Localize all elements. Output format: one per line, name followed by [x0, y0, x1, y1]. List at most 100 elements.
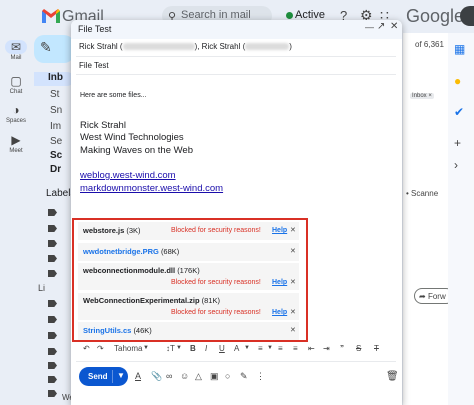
- more-options-icon[interactable]: ⋮: [256, 371, 265, 382]
- attachment-chip[interactable]: webconnectionmodule.dll (176K) Blocked f…: [78, 263, 299, 290]
- google-wordmark: Google: [406, 6, 465, 26]
- compose-header[interactable]: [71, 20, 402, 39]
- bulleted-list-icon[interactable]: ≡: [293, 344, 298, 353]
- drive-icon[interactable]: △: [195, 371, 202, 382]
- align-icon[interactable]: ≡: [258, 344, 263, 353]
- rail-mail-label: Mail: [10, 55, 22, 61]
- insert-link-icon[interactable]: ∞: [166, 371, 172, 381]
- signature-line: Making Waves on the Web: [80, 145, 193, 156]
- formatting-options-icon[interactable]: A: [135, 371, 141, 381]
- label-tag-icon[interactable]: [48, 362, 57, 369]
- expand-icon[interactable]: ↗: [377, 21, 385, 32]
- attachment-chip[interactable]: wwdotnetbridge.PRG (68K) ✕: [78, 243, 299, 261]
- chevron-down-icon[interactable]: ▼: [267, 345, 273, 351]
- signature-link[interactable]: markdownmonster.west-wind.com: [80, 183, 223, 194]
- send-options-chevron-icon[interactable]: ▼: [117, 371, 125, 380]
- calendar-icon[interactable]: ▦: [454, 42, 465, 56]
- rail-meet[interactable]: ▶ Meet: [0, 133, 32, 154]
- remove-formatting-icon[interactable]: T: [374, 344, 379, 353]
- label-tag-icon[interactable]: [48, 376, 57, 383]
- label-tag-icon[interactable]: [48, 348, 57, 355]
- rail-meet-label: Meet: [9, 148, 23, 154]
- nav-item-label: Dr: [50, 164, 62, 175]
- attachment-name[interactable]: wwdotnetbridge.PRG: [83, 247, 159, 256]
- underline-icon[interactable]: U: [219, 344, 225, 353]
- rail-spaces[interactable]: ◑ Spaces: [0, 103, 32, 124]
- label-tag-icon[interactable]: [48, 270, 57, 277]
- add-addon-icon[interactable]: +: [454, 136, 461, 150]
- rail-chat-label: Chat: [9, 89, 23, 95]
- chevron-down-icon[interactable]: ▼: [176, 345, 182, 351]
- reading-pane-background: [403, 33, 448, 405]
- rail-mail[interactable]: ✉ Mail: [0, 40, 32, 61]
- attachment-chip[interactable]: StringUtils.cs (46K) ✕: [78, 322, 299, 340]
- tasks-icon[interactable]: ✔: [454, 105, 464, 119]
- remove-attachment-icon[interactable]: ✕: [290, 222, 296, 240]
- label-tag-icon[interactable]: [48, 255, 57, 262]
- confidential-lock-icon[interactable]: ○: [225, 371, 230, 381]
- attach-file-icon[interactable]: 📎: [151, 371, 162, 382]
- strikethrough-icon[interactable]: S: [356, 344, 361, 353]
- label-item-li[interactable]: Li: [38, 283, 45, 293]
- minimize-icon[interactable]: —: [365, 22, 374, 32]
- remove-attachment-icon[interactable]: ✕: [290, 322, 296, 340]
- attachment-name: WebConnectionExperimental.zip: [83, 296, 200, 305]
- italic-icon[interactable]: I: [205, 344, 207, 353]
- font-size-icon[interactable]: ↕T: [166, 344, 175, 353]
- attachment-name[interactable]: StringUtils.cs: [83, 326, 131, 335]
- mail-icon: ✉: [5, 40, 27, 54]
- close-icon[interactable]: ✕: [390, 21, 398, 32]
- blocked-warning: Blocked for security reasons!: [171, 279, 261, 286]
- text-color-icon[interactable]: A: [234, 344, 239, 353]
- numbered-list-icon[interactable]: ≡: [278, 344, 283, 353]
- attachment-chip[interactable]: webstore.js (3K) Blocked for security re…: [78, 222, 299, 240]
- label-tag-icon[interactable]: [48, 240, 57, 247]
- send-label[interactable]: Send: [88, 372, 108, 381]
- recipients-field[interactable]: Rick Strahl (), Rick Strahl (): [79, 42, 292, 51]
- redo-icon[interactable]: ↷: [97, 344, 104, 353]
- forward-arrow-icon: ➦: [419, 292, 428, 301]
- signature-pen-icon[interactable]: ✎: [240, 371, 248, 382]
- label-tag-icon[interactable]: [48, 332, 57, 339]
- right-side-panel: [448, 33, 474, 405]
- avatar[interactable]: [460, 6, 474, 26]
- rail-spaces-label: Spaces: [5, 118, 26, 124]
- inbox-badge[interactable]: Inbox ×: [410, 93, 434, 99]
- help-link[interactable]: Help: [272, 222, 287, 240]
- message-count: of 6,361: [415, 40, 444, 49]
- undo-icon[interactable]: ↶: [83, 344, 90, 353]
- nav-item-inbox[interactable]: Inb: [34, 72, 74, 86]
- bold-icon[interactable]: B: [190, 344, 196, 353]
- message-intro[interactable]: Here are some files...: [80, 92, 147, 99]
- emoji-icon[interactable]: ☺: [180, 371, 189, 381]
- indent-more-icon[interactable]: ⇥: [323, 344, 330, 353]
- label-tag-icon[interactable]: [48, 390, 57, 397]
- divider: [76, 56, 396, 57]
- spaces-icon: ◑: [12, 103, 20, 117]
- label-tag-icon[interactable]: [48, 225, 57, 232]
- font-select[interactable]: Tahoma: [114, 344, 142, 353]
- chevron-down-icon[interactable]: ▼: [143, 345, 149, 351]
- attachment-chip[interactable]: WebConnectionExperimental.zip (81K) Bloc…: [78, 293, 299, 320]
- insert-photo-icon[interactable]: ▣: [210, 371, 219, 382]
- help-link[interactable]: Help: [272, 305, 287, 320]
- subject-field[interactable]: File Test: [79, 61, 109, 70]
- label-tag-icon[interactable]: [48, 316, 57, 323]
- quote-icon[interactable]: ”: [340, 344, 344, 353]
- chevron-down-icon[interactable]: ▼: [244, 345, 250, 351]
- meet-icon: ▶: [11, 133, 21, 147]
- attachment-size: (176K): [177, 266, 200, 275]
- attachment-size: (3K): [126, 226, 141, 235]
- trash-icon[interactable]: 🗑: [386, 371, 399, 382]
- label-tag-icon[interactable]: [48, 300, 57, 307]
- remove-attachment-icon[interactable]: ✕: [290, 305, 296, 320]
- signature-link[interactable]: weblog.west-wind.com: [80, 170, 176, 181]
- remove-attachment-icon[interactable]: ✕: [290, 243, 296, 261]
- help-link[interactable]: Help: [272, 275, 287, 290]
- indent-less-icon[interactable]: ⇤: [308, 344, 315, 353]
- keep-icon[interactable]: ●: [454, 74, 461, 88]
- label-tag-icon[interactable]: [48, 209, 57, 216]
- remove-attachment-icon[interactable]: ✕: [290, 275, 296, 290]
- chevron-right-icon[interactable]: ›: [454, 158, 458, 172]
- rail-chat[interactable]: ▢ Chat: [0, 74, 32, 95]
